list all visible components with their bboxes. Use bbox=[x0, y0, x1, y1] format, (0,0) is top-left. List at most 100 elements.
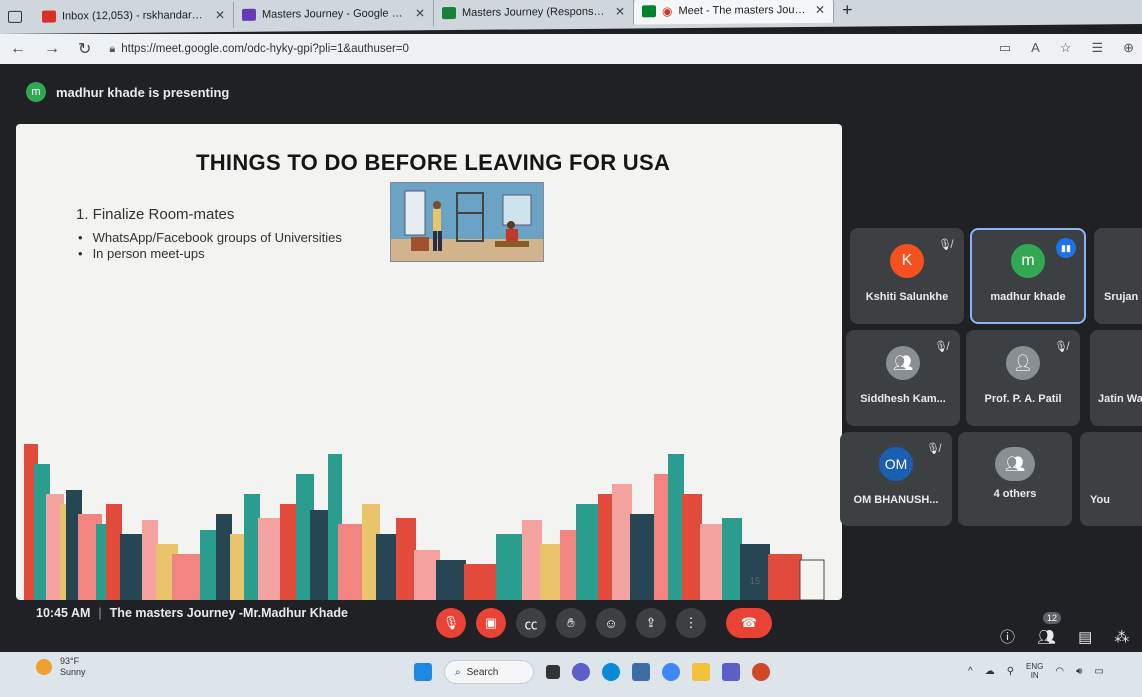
participant-tile[interactable]: Srujan bbox=[1094, 228, 1142, 324]
lock-icon[interactable]: 🔒︎ bbox=[109, 43, 115, 56]
activities-icon[interactable]: ⁂ bbox=[1114, 628, 1129, 646]
slide-page-number: 15 bbox=[750, 576, 761, 586]
camera-toggle-button[interactable]: ▣ bbox=[476, 608, 506, 638]
call-controls: 🎙︎ ▣ ㏄ ✋︎ ☺ ⇪ ⋮ ☎︎ bbox=[436, 608, 772, 638]
participant-tile[interactable]: 🎙︎̸ 👤︎ Prof. P. A. Patil bbox=[966, 330, 1080, 426]
refresh-icon[interactable]: ↻ bbox=[78, 39, 91, 59]
wifi-icon[interactable]: ◠ bbox=[1055, 666, 1064, 677]
read-aloud-icon[interactable]: A bbox=[1031, 40, 1040, 56]
more-options-button[interactable]: ⋮ bbox=[676, 608, 706, 638]
tab-google-forms[interactable]: Masters Journey - Google Forms ✕ bbox=[234, 0, 434, 28]
participant-name: Jatin Wa bbox=[1098, 393, 1142, 406]
list-item: WhatsApp/Facebook groups of Universities bbox=[78, 230, 342, 246]
info-icon[interactable]: ⓘ bbox=[1000, 626, 1015, 647]
chevron-up-icon[interactable]: ^ bbox=[968, 666, 973, 677]
meeting-time: 10:45 AM bbox=[36, 606, 91, 620]
captions-button[interactable]: ㏄ bbox=[516, 608, 546, 638]
forms-icon bbox=[242, 8, 256, 21]
emoji-icon: ☺ bbox=[604, 615, 618, 631]
more-vert-icon: ⋮ bbox=[684, 615, 698, 630]
sun-icon bbox=[36, 659, 52, 675]
avatar: 👥︎ bbox=[995, 446, 1035, 481]
camera-icon[interactable]: ▭ bbox=[999, 40, 1011, 56]
weather-widget[interactable]: 93°F Sunny bbox=[36, 656, 86, 678]
tab-google-meet[interactable]: ◉ Meet - The masters Journey ✕ bbox=[634, 0, 834, 25]
close-icon[interactable]: ✕ bbox=[815, 3, 825, 17]
collections-icon[interactable]: ⊕ bbox=[1123, 40, 1134, 56]
present-button[interactable]: ⇪ bbox=[636, 608, 666, 638]
close-icon[interactable]: ✕ bbox=[615, 5, 625, 19]
url-field[interactable]: https://meet.google.com/odc-hyky-gpi?pli… bbox=[121, 43, 409, 55]
chrome-icon[interactable] bbox=[662, 663, 680, 681]
temperature: 93°F bbox=[60, 656, 80, 666]
group-avatars-icon: 👥︎ bbox=[1004, 455, 1026, 473]
sheets-icon bbox=[442, 7, 456, 20]
meeting-title: The masters Journey -Mr.Madhur Khade bbox=[109, 606, 348, 620]
people-button[interactable]: 12 👥︎ bbox=[1037, 611, 1062, 646]
chat-app-icon[interactable] bbox=[572, 663, 590, 681]
mic-off-icon: 🎙︎̸ bbox=[934, 341, 948, 353]
language-indicator[interactable]: ENG IN bbox=[1026, 662, 1043, 680]
leave-call-button[interactable]: ☎︎ bbox=[726, 608, 772, 638]
mic-toggle-button[interactable]: 🎙︎ bbox=[436, 608, 466, 638]
speaking-indicator-icon: ▮▮ bbox=[1056, 238, 1076, 258]
language-code: ENG bbox=[1026, 662, 1044, 671]
back-icon[interactable]: ← bbox=[10, 40, 26, 58]
gmail-icon bbox=[42, 10, 56, 23]
participant-tile[interactable]: 🎙︎̸ K Kshiti Salunkhe bbox=[850, 228, 964, 324]
participant-tile[interactable]: 🎙︎̸ 👥︎ Siddhesh Kam... bbox=[846, 330, 960, 426]
captions-icon: ㏄ bbox=[524, 616, 538, 632]
participant-name: Kshiti Salunkhe bbox=[865, 291, 949, 304]
new-tab-icon[interactable]: + bbox=[842, 0, 853, 20]
raise-hand-button[interactable]: ✋︎ bbox=[556, 608, 586, 638]
teams-icon[interactable] bbox=[722, 663, 740, 681]
people-icon: 👥︎ bbox=[1037, 628, 1057, 646]
close-icon[interactable]: ✕ bbox=[415, 6, 425, 20]
meet-icon bbox=[642, 5, 656, 18]
present-icon: ⇪ bbox=[645, 615, 657, 630]
meet-window: m madhur khade is presenting THINGS TO D… bbox=[0, 64, 1142, 652]
participant-tile[interactable]: Jatin Wa bbox=[1090, 330, 1142, 426]
store-icon[interactable] bbox=[632, 663, 650, 681]
user-photo-icon: 👥︎ bbox=[892, 354, 914, 372]
mic-off-icon: 🎙︎ bbox=[442, 615, 460, 630]
task-view-icon[interactable] bbox=[546, 665, 560, 679]
presenting-text: madhur khade is presenting bbox=[56, 84, 230, 100]
taskbar-search[interactable]: ⌕ Search bbox=[444, 660, 534, 684]
avatar: 👤︎ bbox=[1006, 345, 1040, 380]
skyline-decoration bbox=[24, 444, 825, 600]
cloud-icon[interactable]: ☁︎ bbox=[985, 666, 995, 677]
participant-tile[interactable]: 👥︎ 4 others bbox=[958, 432, 1072, 526]
mic-off-icon: 🎙︎̸ bbox=[926, 443, 940, 455]
participant-tile[interactable]: 🎙︎̸ OM OM BHANUSH... bbox=[840, 432, 952, 526]
tab-actions-icon[interactable] bbox=[8, 10, 22, 23]
usb-icon[interactable]: ⚲ bbox=[1007, 666, 1014, 677]
mic-off-icon: 🎙︎̸ bbox=[938, 239, 952, 251]
participant-name: OM BHANUSH... bbox=[853, 494, 939, 507]
participant-name: You bbox=[1090, 494, 1110, 507]
favorites-bar-icon[interactable]: ☰ bbox=[1091, 40, 1103, 56]
file-explorer-icon[interactable] bbox=[692, 663, 710, 681]
tab-google-sheets[interactable]: Masters Journey (Responses) - G ✕ bbox=[434, 0, 634, 27]
list-item: In person meet-ups bbox=[78, 246, 342, 262]
mic-off-icon: 🎙︎̸ bbox=[1054, 341, 1068, 353]
chat-icon[interactable]: ▤ bbox=[1078, 628, 1092, 646]
battery-icon[interactable]: ▭ bbox=[1094, 666, 1103, 677]
close-icon[interactable]: ✕ bbox=[215, 8, 225, 22]
slide-heading: 1. Finalize Room-mates bbox=[76, 206, 235, 223]
volume-icon[interactable]: 🔊︎ bbox=[1076, 666, 1082, 677]
forward-icon[interactable]: → bbox=[44, 40, 60, 58]
tab-label: Inbox (12,053) - rskhandare@apc bbox=[62, 9, 207, 23]
tab-gmail[interactable]: Inbox (12,053) - rskhandare@apc ✕ bbox=[34, 1, 234, 30]
reactions-button[interactable]: ☺ bbox=[596, 608, 626, 638]
powerpoint-icon[interactable] bbox=[752, 663, 770, 681]
windows-start-icon[interactable] bbox=[414, 663, 432, 681]
participant-tile[interactable]: ▮▮ m madhur khade bbox=[970, 228, 1086, 324]
edge-icon[interactable] bbox=[602, 663, 620, 681]
roommates-illustration bbox=[390, 182, 544, 262]
taskbar-apps: ⌕ Search bbox=[414, 660, 770, 684]
favorite-icon[interactable]: ☆ bbox=[1060, 40, 1072, 56]
system-tray: ^ ☁︎ ⚲ ENG IN ◠ 🔊︎ ▭ bbox=[968, 662, 1104, 680]
participant-tile[interactable]: You bbox=[1080, 432, 1142, 526]
recording-icon: ◉ bbox=[662, 4, 673, 19]
